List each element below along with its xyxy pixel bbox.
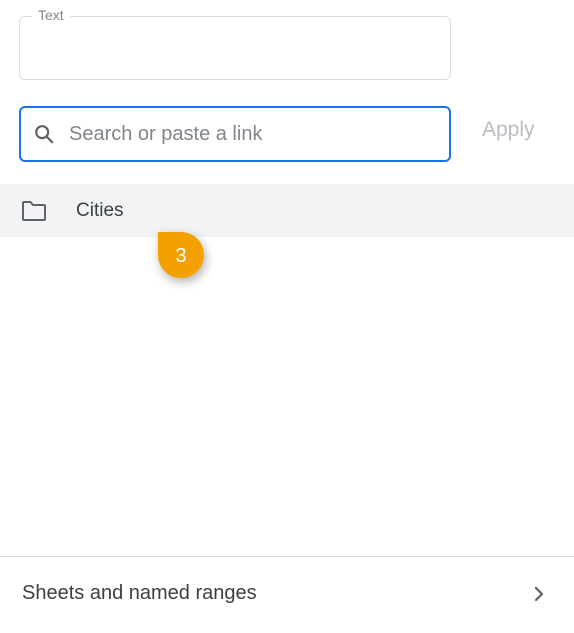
text-field-label: Text <box>32 7 70 23</box>
link-dialog: Text Apply Cities <box>0 0 574 633</box>
chevron-right-icon <box>530 585 548 603</box>
footer-label: Sheets and named ranges <box>22 582 257 605</box>
text-field[interactable]: Text <box>19 16 451 80</box>
text-input[interactable] <box>34 35 436 69</box>
result-row-cities[interactable]: Cities <box>0 184 574 237</box>
search-input[interactable] <box>69 123 437 146</box>
search-field[interactable] <box>19 106 451 162</box>
result-label: Cities <box>76 200 124 222</box>
annotation-number: 3 <box>158 232 204 278</box>
sheets-and-named-ranges-row[interactable]: Sheets and named ranges <box>0 557 574 630</box>
sheet-tab-icon <box>22 201 46 221</box>
apply-button[interactable]: Apply <box>482 118 535 142</box>
search-icon <box>33 123 55 145</box>
annotation-pin: 3 <box>158 232 204 278</box>
